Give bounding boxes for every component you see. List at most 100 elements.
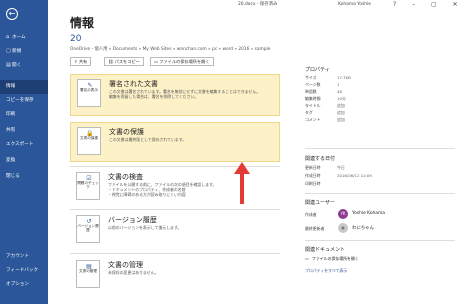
author-avatar[interactable]: YK bbox=[338, 209, 348, 219]
sidebar-item-label: オプション bbox=[6, 282, 29, 287]
author-name[interactable]: Yoshie Kohama bbox=[352, 211, 385, 216]
property-value[interactable]: 追加 bbox=[337, 117, 345, 123]
share-button-label: 共有 bbox=[78, 59, 88, 64]
card-title: バージョン履歴 bbox=[108, 216, 157, 224]
card-description: この文書は署名されています。署名を無効にせずに文書を編集することはできません。 … bbox=[109, 89, 275, 99]
annotation-arrow-icon bbox=[234, 162, 250, 204]
modifier-name[interactable]: わにちゃん bbox=[352, 225, 374, 231]
copy-path-button[interactable]: ⛓ パスをコピー bbox=[104, 57, 144, 66]
author-label: 作成者 bbox=[305, 212, 317, 217]
sidebar-item-save-copy[interactable]: コピーを保存 bbox=[0, 94, 48, 108]
user-name[interactable]: Kohama Yoshie bbox=[338, 0, 371, 10]
sidebar-item-new[interactable]: ▢新規 bbox=[0, 44, 48, 58]
property-value: 1 bbox=[337, 82, 340, 87]
property-key: サイズ bbox=[305, 75, 317, 80]
show-all-properties-link[interactable]: プロパティをすべて表示 bbox=[305, 268, 347, 274]
property-value[interactable]: 追加 bbox=[337, 110, 345, 116]
document-path[interactable]: OneDrive - 個人用 » Documents » My Web Site… bbox=[70, 46, 270, 52]
back-arrow-icon[interactable]: ← bbox=[6, 8, 18, 20]
manage-document-button[interactable]: ▤ 文書の管理 bbox=[76, 260, 100, 288]
property-value: 48 bbox=[337, 89, 342, 94]
backstage-sidebar: ← ⌂ ホーム ▢新規 ▤開く 情報 コピーを保存 印刷 共有 エクスポート 変換… bbox=[0, 0, 48, 304]
divider bbox=[70, 209, 280, 210]
certificate-icon: ✎ bbox=[87, 82, 93, 89]
date-key: 作成日時 bbox=[305, 173, 321, 178]
modifier-label: 最終更新者 bbox=[305, 226, 325, 231]
card-description: 未保存の変更はありません。 bbox=[108, 270, 274, 275]
manage-document-card: ▤ 文書の管理 文書の管理 未保存の変更はありません。 bbox=[70, 256, 280, 296]
date-value: 今日 bbox=[337, 165, 345, 170]
property-key: コメント bbox=[305, 117, 321, 122]
desc-line: この文書は最終版として保存されています。 bbox=[109, 137, 187, 142]
open-location-label: ファイルの保存場所を開く bbox=[159, 59, 210, 64]
title-bar: 20.docx - 保存済み Kohama Yoshie ? – ▢ ✕ bbox=[48, 0, 465, 10]
date-value: 2016/06/12 12:09 bbox=[337, 173, 372, 178]
sidebar-item-home[interactable]: ⌂ ホーム bbox=[0, 30, 48, 44]
document-name: 20 bbox=[70, 34, 82, 44]
folder-icon: ▭ bbox=[305, 256, 309, 261]
version-history-button[interactable]: ↺ バージョン履歴 bbox=[76, 215, 100, 243]
page-title: 情報 bbox=[70, 16, 95, 30]
copy-path-label: パスをコピー bbox=[114, 59, 140, 64]
version-history-card: ↺ バージョン履歴 バージョン履歴 以前のバージョンを表示して復元します。 bbox=[70, 211, 280, 251]
people-heading: 関連ユーザー bbox=[305, 200, 335, 206]
sidebar-item-label: アカウント bbox=[6, 254, 29, 259]
divider bbox=[305, 148, 455, 149]
checklist-icon: ☑ bbox=[86, 175, 92, 182]
card-title: 文書の保護 bbox=[109, 128, 144, 136]
sidebar-item-feedback[interactable]: フィードバック bbox=[0, 264, 48, 278]
protect-document-button[interactable]: 🔒 文書の保護 bbox=[77, 127, 101, 155]
desc-line: 編集を保留した場合は、署名を削除してください。 bbox=[109, 94, 199, 99]
sidebar-item-label: 新規 bbox=[12, 49, 22, 54]
property-value: 10分 bbox=[337, 96, 346, 101]
sidebar-item-account[interactable]: アカウント bbox=[0, 250, 48, 264]
card-title: 文書の管理 bbox=[108, 261, 143, 269]
property-key: 単語数 bbox=[305, 89, 317, 94]
property-value[interactable]: 追加 bbox=[337, 103, 345, 109]
card-title: 文書の検査 bbox=[108, 173, 143, 181]
view-signatures-button[interactable]: ✎ 署名の表示 bbox=[77, 79, 101, 107]
sidebar-item-label: 共有 bbox=[6, 128, 16, 133]
sidebar-item-label: 印刷 bbox=[6, 112, 16, 117]
share-button[interactable]: ⇪ 共有 bbox=[70, 57, 92, 66]
card-description: この文書は最終版として保存されています。 bbox=[109, 137, 275, 142]
open-location-button[interactable]: ▭ ファイルの保存場所を開く bbox=[150, 57, 214, 66]
sidebar-item-label: 変換 bbox=[6, 158, 16, 163]
property-key: 編集時間 bbox=[305, 96, 321, 101]
history-icon: ↺ bbox=[86, 218, 92, 225]
property-value: 17.7KB bbox=[337, 75, 351, 80]
document-icon: ▤ bbox=[86, 263, 92, 270]
signed-document-card: ✎ 署名の表示 署名された文書 この文書は署名されています。署名を無効にせずに文… bbox=[70, 74, 280, 116]
link-icon: ⛓ bbox=[108, 59, 115, 64]
sidebar-item-label: エクスポート bbox=[6, 142, 34, 147]
lock-icon: 🔒 bbox=[86, 130, 94, 137]
sidebar-item-label: 開く bbox=[12, 63, 22, 68]
sidebar-item-close[interactable]: 閉じる bbox=[0, 170, 48, 184]
sidebar-item-share[interactable]: 共有 bbox=[0, 124, 48, 138]
sidebar-item-options[interactable]: オプション bbox=[0, 278, 48, 292]
divider bbox=[305, 193, 455, 194]
divider bbox=[70, 253, 280, 254]
sidebar-item-transform[interactable]: 変換 bbox=[0, 154, 48, 168]
icon-label: バージョン履歴 bbox=[77, 224, 99, 233]
sidebar-item-label: ホーム bbox=[12, 35, 26, 40]
check-issues-button[interactable]: ☑ 問題のチェック bbox=[76, 172, 100, 200]
date-key: 更新日時 bbox=[305, 165, 321, 170]
properties-heading[interactable]: プロパティ bbox=[305, 66, 330, 73]
related-docs-heading: 関連ドキュメント bbox=[305, 247, 346, 253]
property-key: タグ bbox=[305, 110, 313, 115]
dates-heading: 関連する日付 bbox=[305, 156, 336, 162]
window-title: 20.docx - 保存済み bbox=[238, 2, 278, 7]
modifier-avatar[interactable]: ● bbox=[338, 223, 348, 233]
sidebar-item-info[interactable]: 情報 bbox=[0, 80, 48, 94]
sidebar-item-open[interactable]: ▤開く bbox=[0, 58, 48, 72]
date-key: 印刷日時 bbox=[305, 181, 321, 186]
sidebar-item-label: フィードバック bbox=[6, 268, 39, 273]
property-key: ページ数 bbox=[305, 82, 321, 87]
desc-line: 以前のバージョンを表示して復元します。 bbox=[108, 225, 182, 230]
sidebar-item-export[interactable]: エクスポート bbox=[0, 138, 48, 152]
window-controls[interactable]: ? – ▢ ✕ bbox=[393, 0, 465, 10]
sidebar-item-label: 閉じる bbox=[6, 174, 20, 179]
open-location-link[interactable]: ファイルの保存場所を開く bbox=[312, 256, 359, 262]
sidebar-item-print[interactable]: 印刷 bbox=[0, 108, 48, 122]
